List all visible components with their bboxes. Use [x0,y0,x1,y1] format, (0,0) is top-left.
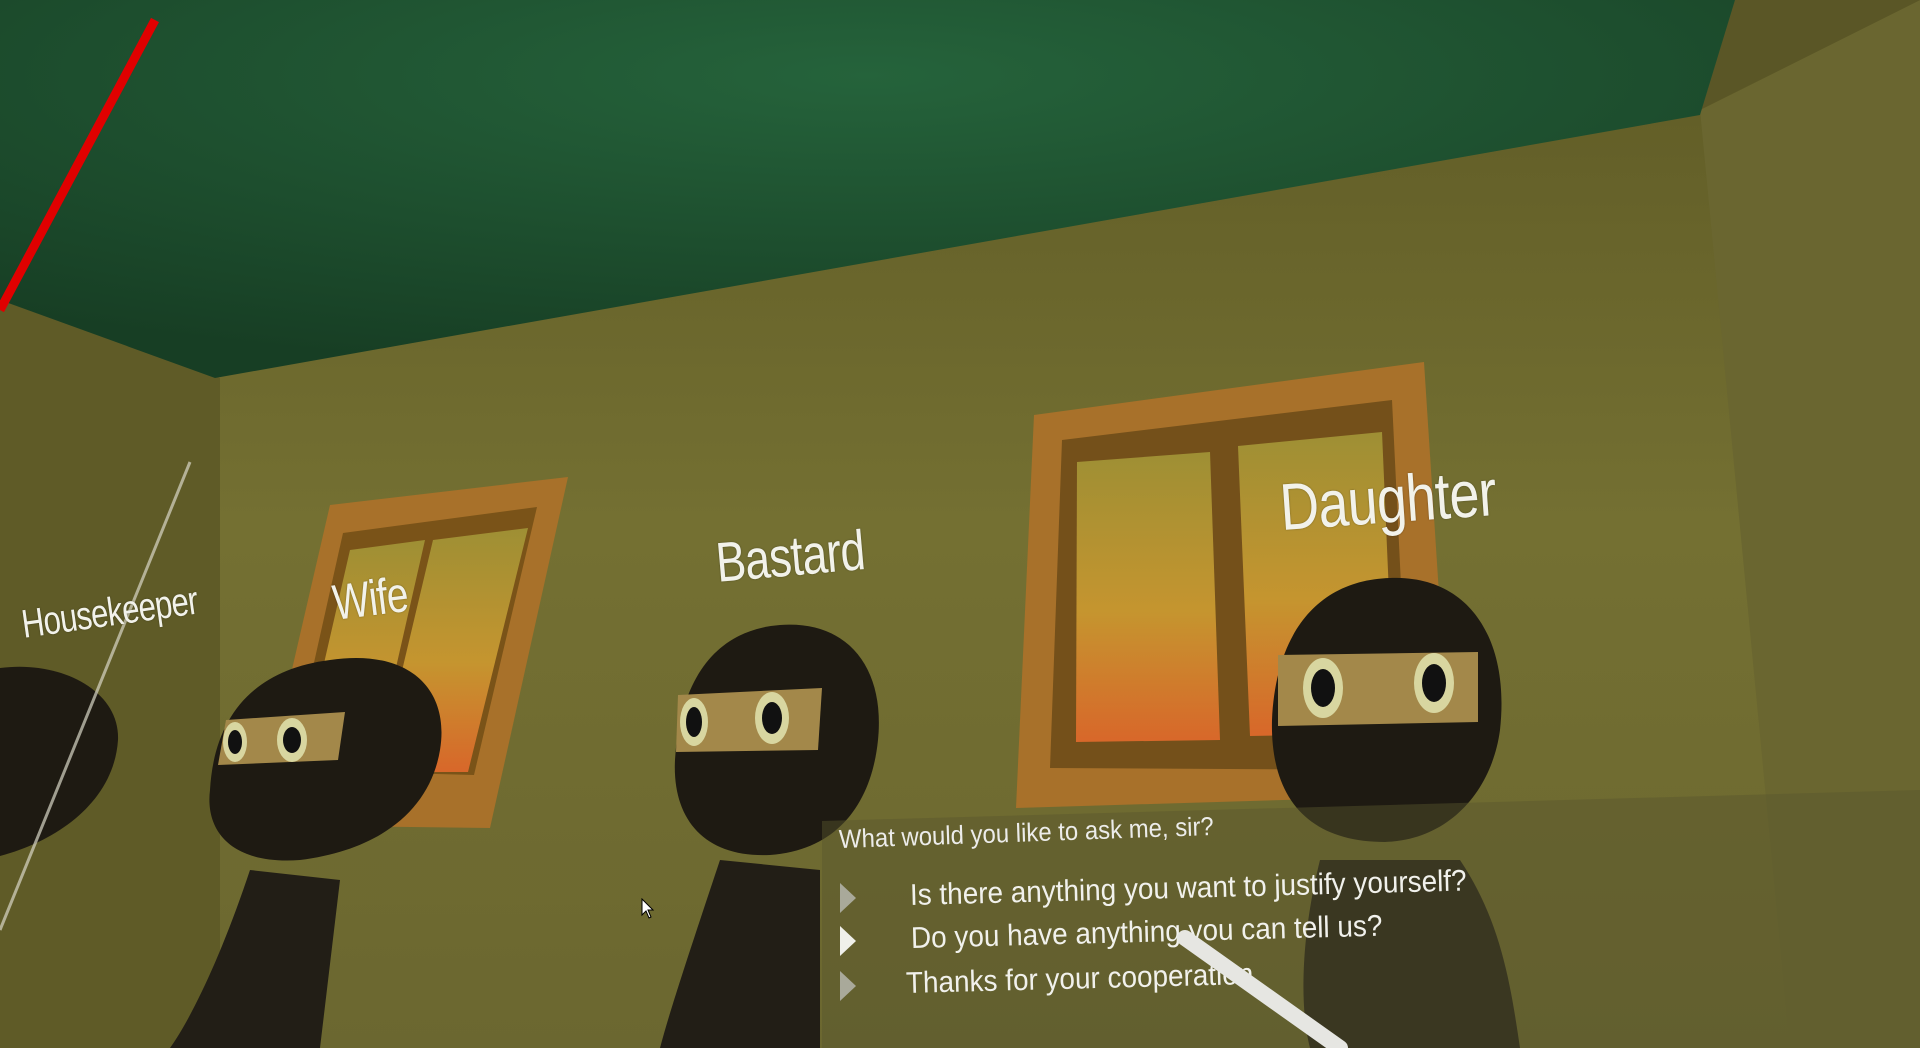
character-label-bastard: Bastard [713,518,867,594]
character-label-daughter: Daughter [1277,455,1499,544]
play-arrow-icon [840,926,856,956]
play-arrow-icon [840,971,856,1001]
dialogue-option-justify[interactable]: Is there anything you want to justify yo… [840,864,1540,917]
mouse-cursor-icon [641,898,655,919]
dialogue-option-thanks[interactable]: Thanks for your cooperation [840,958,1540,1005]
dialogue-option-text: Thanks for your cooperation [905,957,1254,1000]
dialogue-option-tell-us[interactable]: Do you have anything you can tell us? [840,910,1540,960]
play-arrow-icon [840,883,856,913]
character-label-wife: Wife [329,566,411,631]
dialogue-panel: What would you like to ask me, sir? Is t… [822,790,1920,1048]
